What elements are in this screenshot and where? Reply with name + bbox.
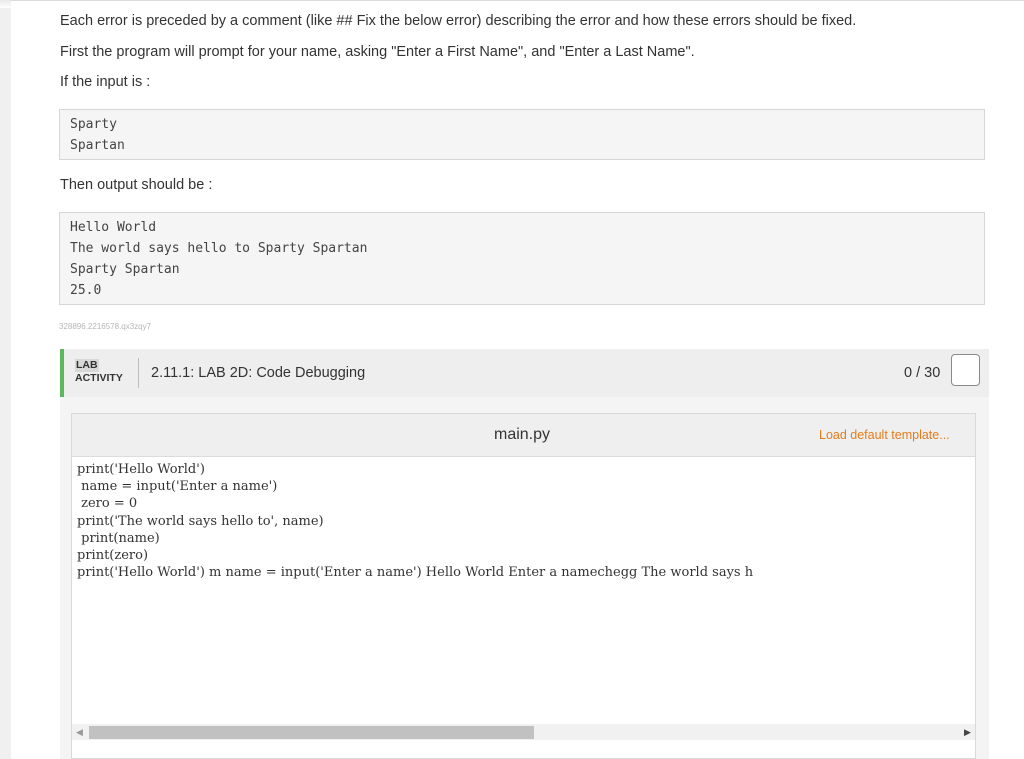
instruction-line-errors: Each error is preceded by a comment (lik… — [60, 13, 857, 29]
lab-tag-word: LAB — [75, 359, 99, 372]
sample-input-line: Sparty — [70, 117, 117, 132]
code-line: print(zero) — [77, 548, 149, 564]
code-line: print('Hello World') m name = input('Ent… — [77, 565, 754, 581]
lab-activity-tag: LAB ACTIVITY — [75, 359, 123, 385]
lab-header: LAB ACTIVITY 2.11.1: LAB 2D: Code Debugg… — [60, 349, 989, 397]
code-line: print('The world says hello to', name) — [77, 513, 324, 529]
instruction-line-input: If the input is : — [60, 74, 151, 90]
scrollbar-thumb[interactable] — [89, 726, 534, 739]
scroll-right-arrow-icon[interactable]: ▶ — [964, 727, 971, 738]
lab-score: 0 / 30 — [904, 365, 941, 381]
instruction-line-prompt: First the program will prompt for your n… — [60, 44, 695, 60]
code-input-area[interactable]: print('Hello World') name = input('Enter… — [77, 461, 970, 719]
sample-input-line: Spartan — [70, 138, 125, 153]
file-name: main.py — [494, 426, 551, 443]
code-line: name = input('Enter a name') — [77, 479, 278, 495]
sample-output-line: Hello World — [70, 220, 157, 235]
code-line: zero = 0 — [77, 496, 138, 512]
completion-checkbox — [951, 354, 980, 386]
code-line: print(name) — [77, 530, 160, 546]
lab-title: 2.11.1: LAB 2D: Code Debugging — [151, 365, 366, 381]
lab-activity: LAB ACTIVITY 2.11.1: LAB 2D: Code Debugg… — [60, 349, 989, 759]
sample-output-line: Sparty Spartan — [70, 262, 180, 277]
code-line: print('Hello World') — [77, 462, 205, 477]
sample-output-line: 25.0 — [70, 283, 102, 298]
scroll-left-arrow-icon[interactable]: ◀ — [76, 727, 83, 738]
sample-output-box: Hello World The world says hello to Spar… — [59, 212, 985, 305]
instruction-line-output: Then output should be : — [60, 177, 213, 193]
editor-toolbar: main.py Load default template... — [72, 414, 975, 457]
header-divider — [138, 358, 139, 388]
sample-input-box: Sparty Spartan — [59, 109, 985, 160]
content-id: 328896.2216578.qx3zqy7 — [59, 322, 152, 331]
load-default-template-link[interactable]: Load default template... — [819, 428, 950, 442]
horizontal-scrollbar[interactable]: ◀ ▶ — [72, 724, 975, 740]
sample-output-line: The world says hello to Sparty Spartan — [70, 241, 368, 256]
code-editor: main.py Load default template... print('… — [71, 413, 976, 759]
lab-tag-activity: ACTIVITY — [75, 372, 123, 384]
